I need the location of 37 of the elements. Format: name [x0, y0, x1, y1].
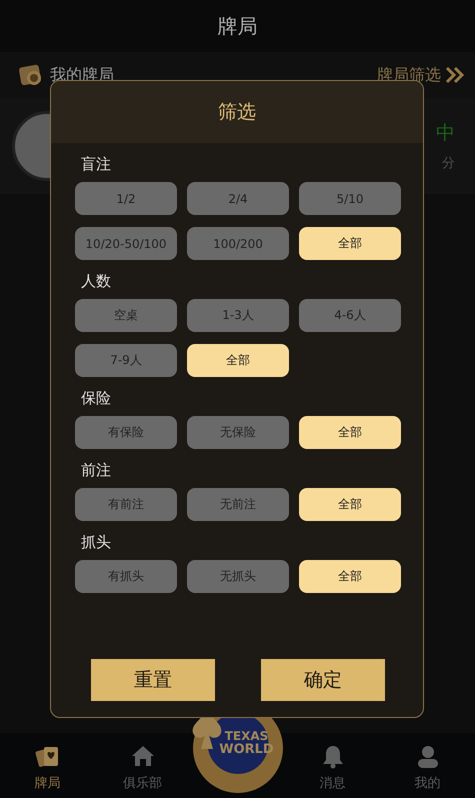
option-chip[interactable]: 全部	[299, 416, 401, 449]
option-chip[interactable]: 全部	[299, 227, 401, 260]
group-label: 人数	[81, 272, 112, 291]
option-chip[interactable]: 全部	[187, 344, 289, 377]
tab[interactable]: 俱乐部	[95, 740, 190, 792]
dialog-button[interactable]: 重置	[91, 659, 215, 701]
option-chip[interactable]: 有前注	[75, 488, 177, 521]
option-chip[interactable]: 无前注	[187, 488, 289, 521]
status-text: 中	[436, 121, 455, 146]
group-label: 盲注	[81, 155, 112, 174]
option-chip[interactable]: 全部	[299, 560, 401, 593]
option-chip[interactable]: 4-6人	[299, 299, 401, 332]
page-title: 牌局	[218, 12, 258, 40]
dialog-button[interactable]: 确定	[261, 659, 385, 701]
dialog-title: 筛选	[218, 100, 256, 125]
logo-text: TEXAS	[224, 730, 268, 743]
option-chip[interactable]: 1-3人	[187, 299, 289, 332]
tab[interactable]: 消息	[285, 740, 380, 792]
tab[interactable]: 我的	[380, 740, 475, 792]
group-label: 抓头	[81, 533, 112, 552]
detail-text: 分	[442, 155, 455, 172]
option-chip[interactable]: 1/2	[75, 182, 177, 215]
option-chip[interactable]: 无保险	[187, 416, 289, 449]
option-chip[interactable]: 2/4	[187, 182, 289, 215]
tab[interactable]: 牌局	[0, 740, 95, 792]
option-chip[interactable]: 7-9人	[75, 344, 177, 377]
option-chip[interactable]: 有抓头	[75, 560, 177, 593]
group-label: 保险	[81, 389, 112, 408]
option-chip[interactable]: 有保险	[75, 416, 177, 449]
group-label: 前注	[81, 461, 112, 480]
double-chevron-icon	[445, 66, 465, 84]
option-chip[interactable]: 空桌	[75, 299, 177, 332]
option-chip[interactable]: 100/200	[187, 227, 289, 260]
option-chip[interactable]: 5/10	[299, 182, 401, 215]
option-chip[interactable]: 全部	[299, 488, 401, 521]
option-chip[interactable]: 无抓头	[187, 560, 289, 593]
option-chip[interactable]: 10/20-50/100	[75, 227, 177, 260]
